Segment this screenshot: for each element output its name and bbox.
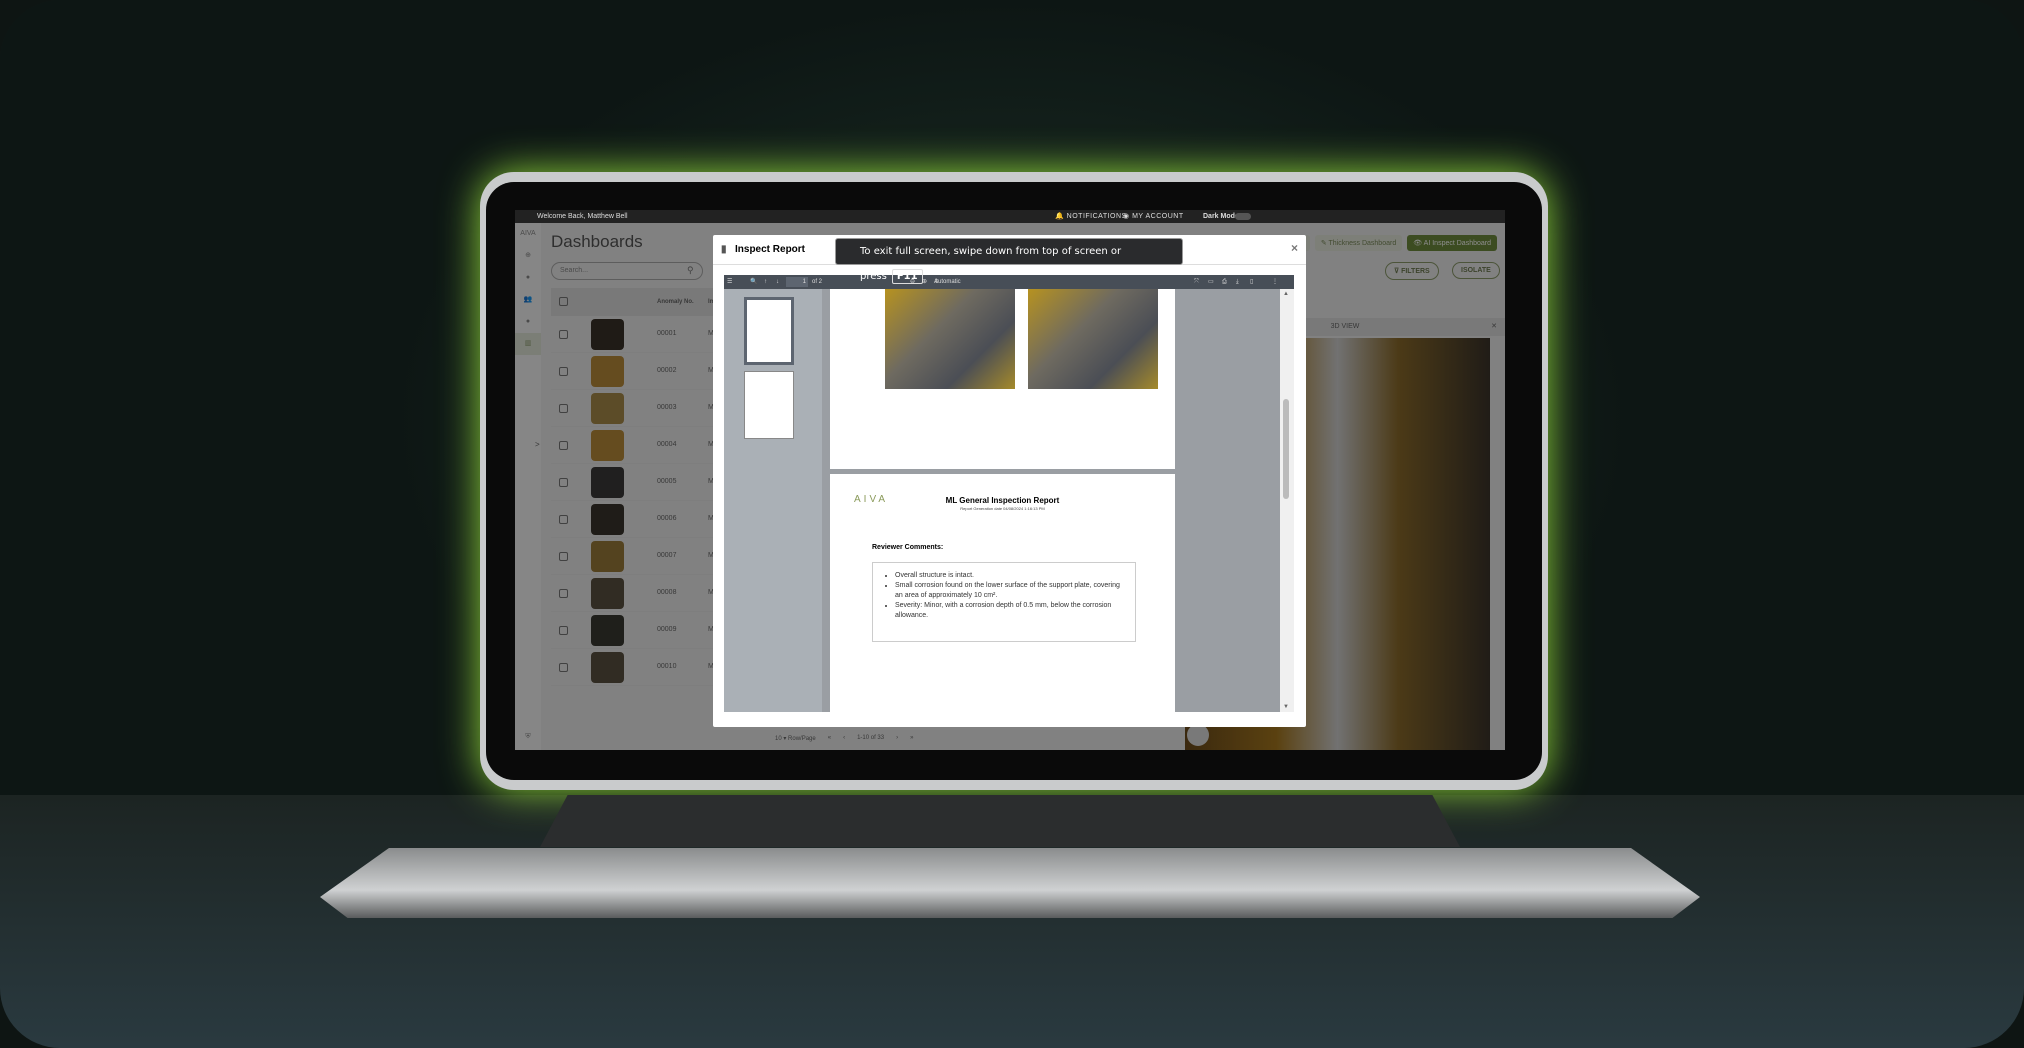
page-number-input[interactable]: 1 [786,277,808,287]
comment-item: Small corrosion found on the lower surfa… [895,581,1127,601]
dark-mode-label: Dark Mode [1203,213,1239,220]
prev-page-icon[interactable]: ↑ [764,275,767,289]
thumbnail-sidebar [724,289,822,712]
pdf-toolbar: ☰ 🔍 ↑ ↓ 1 of 2 ⊖ ⊕ Automatic Zoom ⇕ ⤧ ▭ … [724,275,1294,299]
zoom-select[interactable]: Automatic Zoom ⇕ [934,275,961,299]
report-date: Report Generation date 04/08/2024 1:16:1… [960,506,1045,511]
laptop-base [320,848,1700,918]
scroll-down-icon[interactable]: ▼ [1283,704,1289,710]
inspect-report-modal: ▮ Inspect Report × ☰ 🔍 ↑ ↓ 1 of 2 ⊖ ⊕ Au… [713,235,1306,727]
laptop-hinge [540,795,1460,847]
notifications-label: NOTIFICATIONS [1066,213,1127,220]
comment-item: Overall structure is intact. [895,571,1127,581]
bookmark-icon[interactable]: ▯ [1250,275,1253,289]
comments-box: Overall structure is intact.Small corros… [872,562,1136,642]
modal-title: Inspect Report [735,244,806,255]
top-bar: Welcome Back, Matthew Bell 🔔 NOTIFICATIO… [515,210,1505,223]
scroll-thumb[interactable] [1283,399,1289,499]
pdf-viewer: ☰ 🔍 ↑ ↓ 1 of 2 ⊖ ⊕ Automatic Zoom ⇕ ⤧ ▭ … [724,275,1294,712]
comment-item: Severity: Minor, with a corrosion depth … [895,601,1127,621]
page-total: of 2 [812,279,823,285]
account-label: MY ACCOUNT [1132,213,1184,220]
notifications-link[interactable]: 🔔 NOTIFICATIONS [1055,210,1127,223]
more-tools-icon[interactable]: ⋮ [1272,275,1278,289]
f11-key: F11 [891,269,923,284]
pdf-page-2: AIVA ML General Inspection Report Report… [830,474,1175,712]
app-screen: Welcome Back, Matthew Bell 🔔 NOTIFICATIO… [515,210,1505,750]
page-thumbnail-1[interactable] [744,297,794,365]
download-icon[interactable]: ⤓ [1236,275,1239,289]
comments-heading: Reviewer Comments: [872,544,944,551]
pdf-pages: AIVA ML General Inspection Report Report… [830,289,1175,712]
presentation-icon[interactable]: ⤧ [1194,275,1199,289]
my-account-link[interactable]: ◉ MY ACCOUNT [1123,210,1184,223]
find-icon[interactable]: 🔍 [750,275,757,289]
zoom-in-icon[interactable]: ⊕ [922,275,927,289]
scroll-up-icon[interactable]: ▲ [1283,291,1289,297]
sidebar-toggle-icon[interactable]: ☰ [727,275,732,289]
welcome-text: Welcome Back, Matthew Bell [537,213,628,220]
document-icon: ▮ [721,244,727,255]
report-image-2 [1028,289,1158,389]
pdf-page-1 [830,289,1175,469]
report-image-1 [885,289,1015,389]
page-thumbnail-2[interactable] [744,371,794,439]
close-button[interactable]: × [1291,241,1298,255]
next-page-icon[interactable]: ↓ [776,275,779,289]
pdf-scrollbar[interactable]: ▲ ▼ [1280,289,1294,712]
report-title: ML General Inspection Report [945,496,1060,505]
dark-mode-toggle[interactable] [1235,213,1251,220]
print-icon[interactable]: ⎙ [1222,275,1227,289]
open-file-icon[interactable]: ▭ [1208,275,1214,289]
fullscreen-toast: To exit full screen, swipe down from top… [835,238,1183,284]
